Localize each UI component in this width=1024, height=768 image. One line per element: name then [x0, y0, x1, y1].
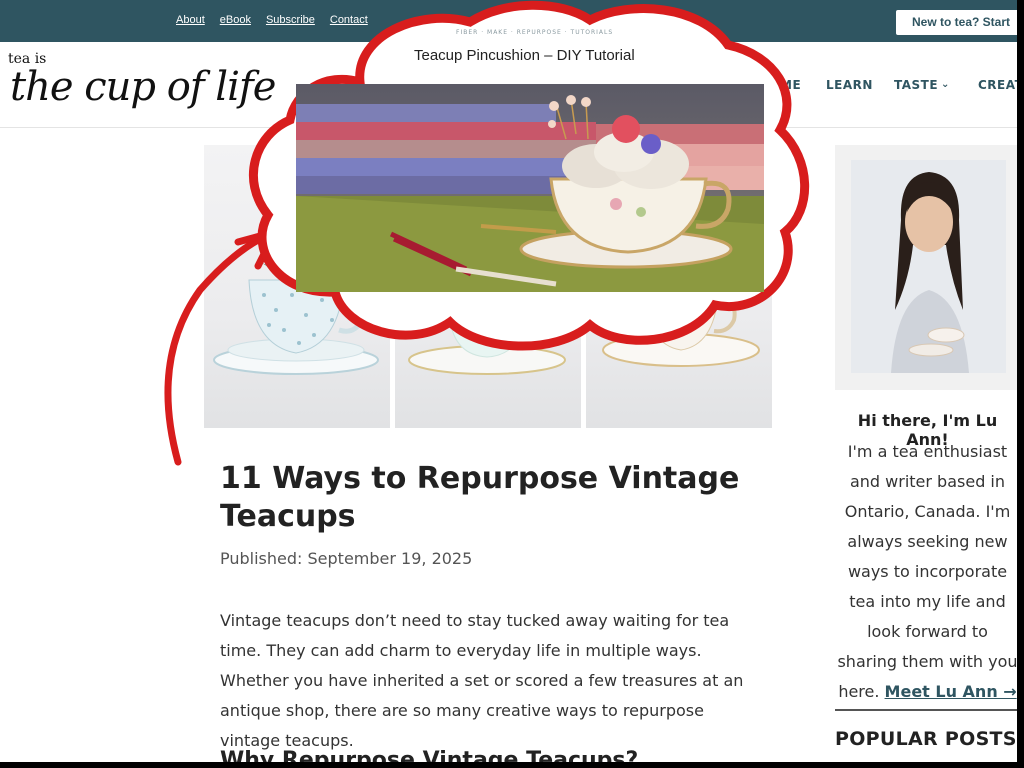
sidebar-divider: [835, 709, 1017, 711]
top-link-ebook[interactable]: eBook: [220, 14, 251, 26]
meet-lu-ann-link[interactable]: Meet Lu Ann →: [885, 682, 1017, 701]
top-link-contact[interactable]: Contact: [330, 14, 368, 26]
page: About eBook Subscribe Contact New to tea…: [0, 0, 1017, 762]
published-date: Published: September 19, 2025: [220, 549, 473, 568]
author-photo[interactable]: [851, 160, 1006, 373]
article-title: 11 Ways to Repurpose Vintage Teacups: [220, 461, 740, 534]
top-links: About eBook Subscribe Contact: [176, 14, 368, 26]
pincushion-photo[interactable]: [296, 84, 764, 292]
article-intro: Vintage teacups don’t need to stay tucke…: [220, 611, 744, 750]
cloud-category-tags: FIBER · MAKE · REPURPOSE · TUTORIALS: [456, 29, 614, 36]
top-link-subscribe[interactable]: Subscribe: [266, 14, 315, 26]
new-to-tea-button[interactable]: New to tea? Start: [896, 10, 1017, 35]
nav-item-create[interactable]: CREAT: [978, 78, 1017, 92]
author-photo-frame: [835, 145, 1017, 390]
nav-item-learn[interactable]: LEARN: [826, 78, 873, 92]
cloud-title[interactable]: Teacup Pincushion – DIY Tutorial: [414, 47, 635, 64]
chevron-down-icon[interactable]: ⌄: [941, 79, 950, 90]
nav-item-home[interactable]: ME: [780, 78, 801, 92]
site-logo[interactable]: the cup of life: [10, 64, 276, 110]
top-link-about[interactable]: About: [176, 14, 205, 26]
popular-posts-heading: POPULAR POSTS: [835, 728, 1017, 750]
article-subheading: Why Repurpose Vintage Teacups?: [220, 748, 639, 762]
sidebar-bio: I'm a tea enthusiast and writer based in…: [835, 437, 1017, 707]
sidebar-bio-text: I'm a tea enthusiast and writer based in…: [837, 442, 1017, 701]
nav-item-taste[interactable]: TASTE: [894, 78, 938, 92]
